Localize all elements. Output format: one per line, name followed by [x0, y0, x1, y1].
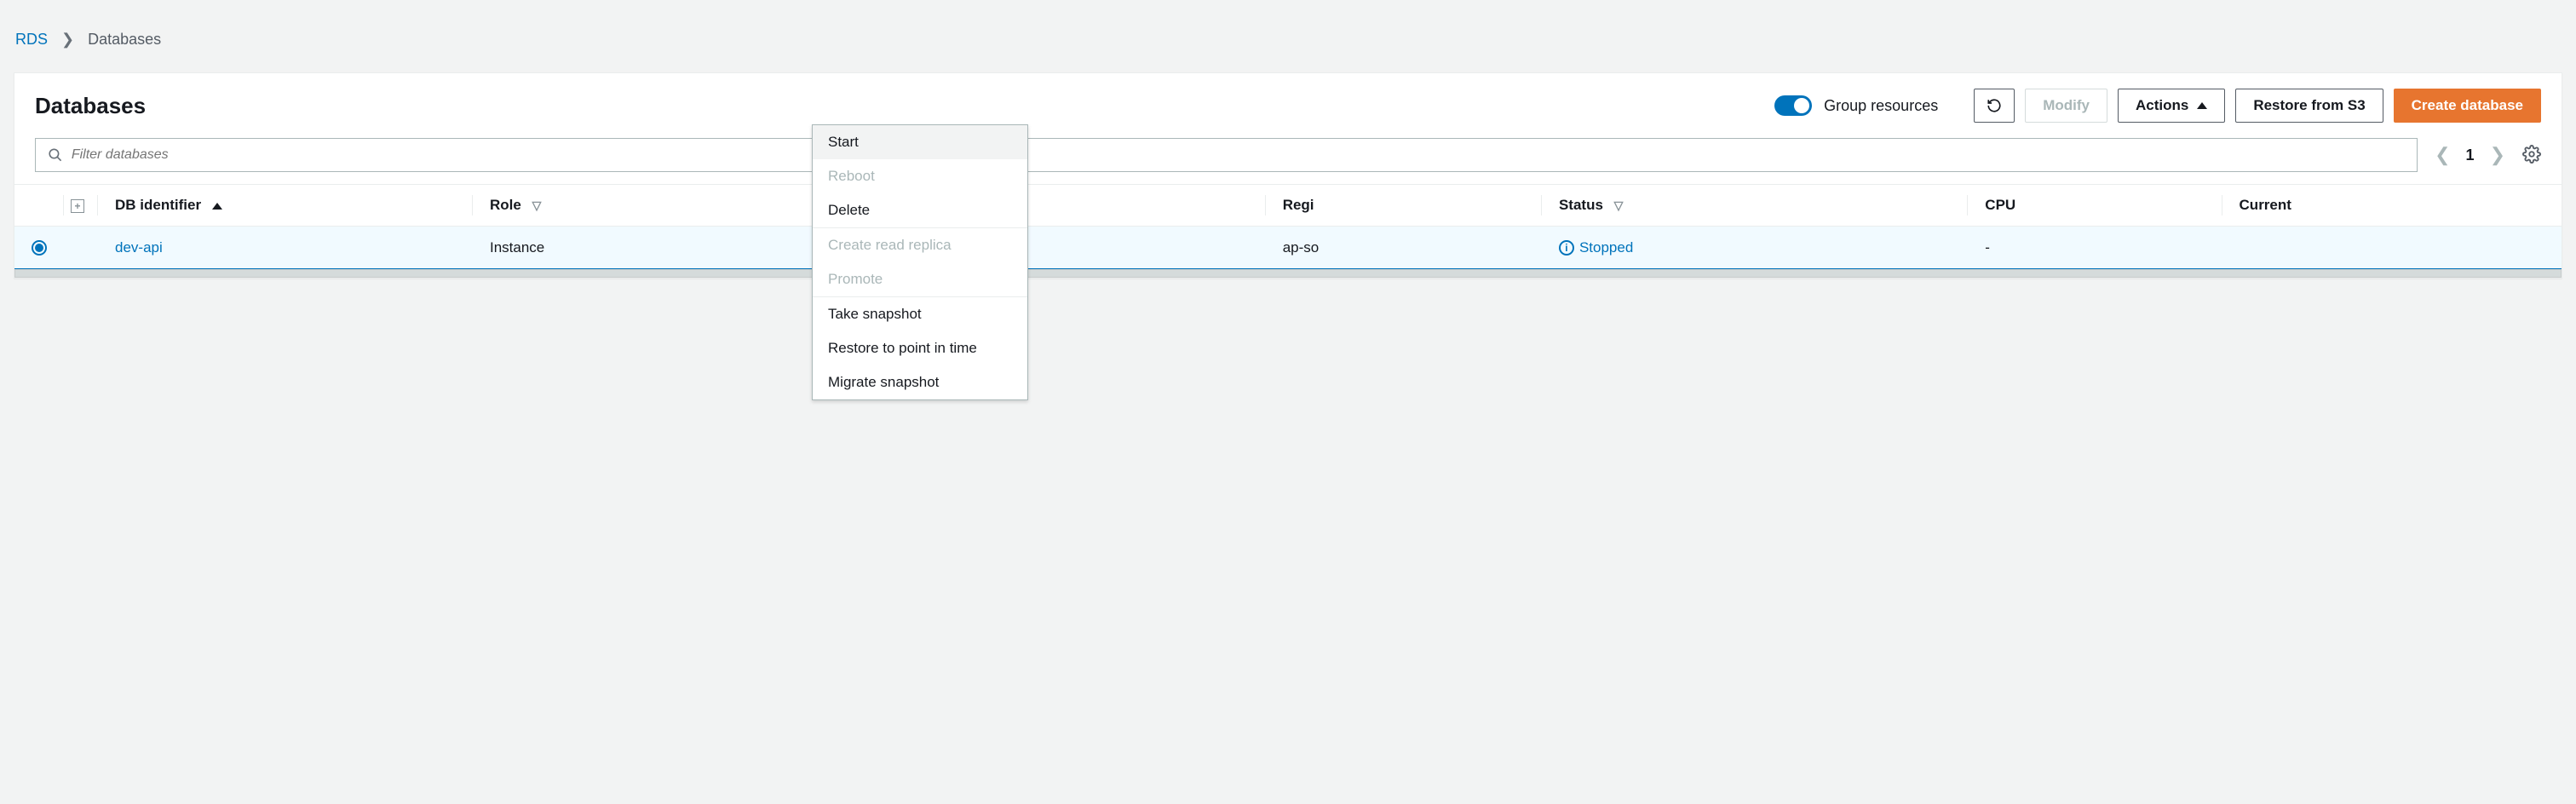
actions-label: Actions [2136, 97, 2188, 114]
settings-button[interactable] [2522, 145, 2541, 166]
expand-all-icon[interactable]: + [71, 199, 84, 213]
column-label: Regi [1283, 197, 1314, 213]
cell-region: ap-so [1266, 227, 1542, 269]
action-delete[interactable]: Delete [813, 193, 1027, 227]
actions-dropdown: Start Reboot Delete Create read replica … [812, 124, 1028, 400]
search-icon [48, 147, 63, 163]
horizontal-scrollbar[interactable] [14, 269, 2562, 278]
action-migrate-snapshot[interactable]: Migrate snapshot [813, 365, 1027, 399]
panel-header: Databases Group resources Modify Actions… [14, 73, 2562, 133]
column-current[interactable]: Current [2222, 185, 2562, 227]
group-resources-label: Group resources [1824, 97, 1938, 115]
databases-panel: Databases Group resources Modify Actions… [14, 72, 2562, 279]
action-promote: Promote [813, 262, 1027, 296]
restore-from-s3-button[interactable]: Restore from S3 [2235, 89, 2383, 123]
column-status[interactable]: Status ▽ [1542, 185, 1968, 227]
page-prev[interactable]: ❮ [2435, 144, 2450, 166]
table-row[interactable]: dev-api Instance PostgreSQL ap-so i Stop… [14, 227, 2562, 269]
filter-row: ❮ 1 ❯ [14, 133, 2562, 184]
column-label: Current [2240, 197, 2291, 213]
cell-cpu: - [1968, 227, 2222, 269]
breadcrumb: RDS ❯ Databases [15, 31, 2562, 49]
page-next[interactable]: ❯ [2490, 144, 2505, 166]
page-title: Databases [35, 93, 146, 119]
column-cpu[interactable]: CPU [1968, 185, 2222, 227]
action-reboot: Reboot [813, 159, 1027, 193]
search-input[interactable] [72, 147, 2405, 163]
create-database-button[interactable]: Create database [2394, 89, 2541, 123]
breadcrumb-root[interactable]: RDS [15, 31, 48, 49]
column-role[interactable]: Role ▽ [473, 185, 822, 227]
page-number: 1 [2466, 146, 2475, 164]
column-label: Status [1559, 197, 1603, 213]
sort-asc-icon [212, 203, 222, 210]
refresh-button[interactable] [1974, 89, 2015, 123]
sort-icon: ▽ [532, 198, 542, 213]
group-resources-toggle[interactable] [1774, 95, 1812, 116]
actions-button[interactable]: Actions [2118, 89, 2225, 123]
column-db-identifier[interactable]: DB identifier [98, 185, 473, 227]
status-text: Stopped [1579, 239, 1633, 256]
column-label: CPU [1985, 197, 2015, 213]
chevron-right-icon: ❯ [61, 31, 74, 49]
column-expand: + [64, 185, 98, 227]
action-take-snapshot[interactable]: Take snapshot [813, 297, 1027, 331]
action-create-read-replica: Create read replica [813, 228, 1027, 262]
column-select [14, 185, 64, 227]
db-identifier-link[interactable]: dev-api [115, 239, 163, 256]
row-radio[interactable] [32, 240, 47, 256]
table-scroll[interactable]: + DB identifier Role ▽ Engine ▽ [14, 184, 2562, 269]
modify-button: Modify [2025, 89, 2107, 123]
cell-current [2222, 227, 2562, 269]
sort-icon: ▽ [1614, 198, 1624, 213]
refresh-icon [1987, 98, 2002, 113]
column-region[interactable]: Regi [1266, 185, 1542, 227]
cell-role: Instance [473, 227, 822, 269]
column-label: Role [490, 197, 521, 213]
search-box[interactable] [35, 138, 2418, 172]
info-icon: i [1559, 240, 1574, 256]
gear-icon [2522, 145, 2541, 164]
action-restore-point-in-time[interactable]: Restore to point in time [813, 331, 1027, 365]
breadcrumb-current: Databases [88, 31, 161, 49]
status-badge: i Stopped [1559, 239, 1633, 256]
databases-table: + DB identifier Role ▽ Engine ▽ [14, 184, 2562, 269]
pager: ❮ 1 ❯ [2435, 144, 2505, 166]
column-label: DB identifier [115, 197, 201, 213]
action-start[interactable]: Start [813, 125, 1027, 159]
caret-up-icon [2197, 102, 2207, 109]
